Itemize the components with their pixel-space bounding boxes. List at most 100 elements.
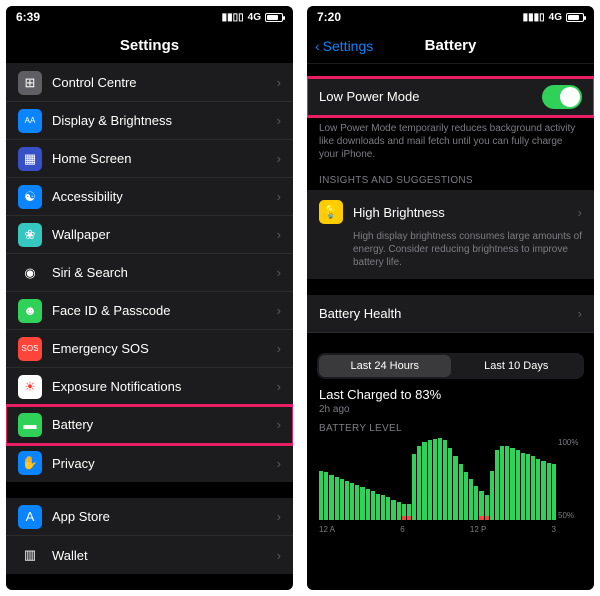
row-label: Wallet <box>52 548 277 563</box>
control-centre-icon: ⊞ <box>18 71 42 95</box>
row-label: Display & Brightness <box>52 113 277 128</box>
chart-bar <box>345 481 349 520</box>
settings-row-app-store[interactable]: AApp Store› <box>6 498 293 536</box>
chart-bar <box>495 450 499 520</box>
last-charged-title: Last Charged to 83% <box>307 387 594 402</box>
low-power-mode-switch[interactable] <box>542 85 582 109</box>
battery-screen: 7:20 ▮▮▮▯ 4G ‹ Settings Battery Low Powe… <box>307 6 594 590</box>
settings-row-battery[interactable]: ▬Battery› <box>6 406 293 444</box>
chart-bar <box>479 491 483 520</box>
settings-row-accessibility[interactable]: ☯Accessibility› <box>6 178 293 216</box>
chevron-right-icon: › <box>277 113 281 128</box>
chart-bar <box>536 459 540 521</box>
chevron-right-icon: › <box>277 189 281 204</box>
y-tick: 50% <box>558 511 582 520</box>
chart-bar <box>521 453 525 520</box>
chart-bar <box>422 442 426 520</box>
settings-row-control-centre[interactable]: ⊞ Control Centre› <box>6 64 293 102</box>
row-label: Home Screen <box>52 151 277 166</box>
battery-health-label: Battery Health <box>319 306 578 321</box>
insight-description: High display brightness consumes large a… <box>353 230 582 269</box>
settings-row-exposure-notifications[interactable]: ☀Exposure Notifications› <box>6 368 293 406</box>
chart-bar <box>407 504 411 520</box>
chart-bar <box>547 463 551 520</box>
settings-row-privacy[interactable]: ✋Privacy› <box>6 444 293 482</box>
chart-bar <box>350 483 354 520</box>
settings-row-emergency-sos[interactable]: SOSEmergency SOS› <box>6 330 293 368</box>
chart-bar <box>376 494 380 520</box>
status-bar: 6:39 ▮▮▯▯ 4G <box>6 6 293 28</box>
chart-bar <box>516 450 520 520</box>
wallet-icon: ▥ <box>18 543 42 567</box>
chart-bar <box>453 456 457 520</box>
settings-row-siri-search[interactable]: ◉Siri & Search› <box>6 254 293 292</box>
chart-bar <box>381 495 385 520</box>
exposure-icon: ☀ <box>18 375 42 399</box>
faceid-icon: ☻ <box>18 299 42 323</box>
chart-bar <box>417 446 421 520</box>
row-label: Face ID & Passcode <box>52 303 277 318</box>
segment-last-24h[interactable]: Last 24 Hours <box>319 355 451 377</box>
chart-bar <box>428 440 432 520</box>
chart-bar <box>386 497 390 520</box>
chart-bar <box>355 485 359 520</box>
row-label: Control Centre <box>52 75 277 90</box>
row-label: Accessibility <box>52 189 277 204</box>
settings-row-wallpaper[interactable]: ❀Wallpaper› <box>6 216 293 254</box>
chart-bar <box>335 477 339 520</box>
sos-icon: SOS <box>18 337 42 361</box>
row-label: Privacy <box>52 456 277 471</box>
chart-bar <box>526 454 530 520</box>
chart-bar <box>397 502 401 520</box>
chevron-right-icon: › <box>578 205 582 220</box>
insight-cell[interactable]: 💡 High Brightness › High display brightn… <box>307 190 594 279</box>
chevron-right-icon: › <box>277 548 281 563</box>
status-right: ▮▮▯▯ 4G <box>222 12 283 23</box>
chart-bar <box>510 448 514 520</box>
chevron-right-icon: › <box>277 75 281 90</box>
nav-title: Battery <box>425 37 477 54</box>
battery-status-icon <box>566 13 584 22</box>
chart-bar <box>433 439 437 520</box>
chart-bar <box>552 464 556 520</box>
battery-level-chart: 100%50% 12 A612 P3 <box>319 438 582 534</box>
settings-row-home-screen[interactable]: ▦ Home Screen› <box>6 140 293 178</box>
settings-row-wallet[interactable]: ▥ Wallet› <box>6 536 293 574</box>
battery-content[interactable]: Low Power Mode Low Power Mode temporaril… <box>307 64 594 590</box>
signal-icon: ▮▮▮▯ <box>523 12 545 23</box>
time-range-segment[interactable]: Last 24 Hours Last 10 Days <box>317 353 584 379</box>
display-icon: AA <box>18 109 42 133</box>
chart-bar <box>443 440 447 520</box>
row-label: Emergency SOS <box>52 341 277 356</box>
chevron-left-icon: ‹ <box>315 38 320 54</box>
chevron-right-icon: › <box>277 151 281 166</box>
x-tick: 3 <box>552 525 556 534</box>
chart-bar <box>459 464 463 520</box>
segment-last-10d[interactable]: Last 10 Days <box>451 355 583 377</box>
chart-bar <box>490 471 494 520</box>
status-time: 6:39 <box>16 10 40 24</box>
settings-list[interactable]: ⊞Control Centre›AADisplay & Brightness›▦… <box>6 64 293 590</box>
chart-bar <box>448 448 452 520</box>
battery-level-header: BATTERY LEVEL <box>307 423 594 438</box>
siri-icon: ◉ <box>18 261 42 285</box>
status-right: ▮▮▮▯ 4G <box>523 12 584 23</box>
chevron-right-icon: › <box>277 265 281 280</box>
settings-row-display-brightness[interactable]: AA Display & Brightness› <box>6 102 293 140</box>
low-power-mode-cell[interactable]: Low Power Mode <box>307 78 594 116</box>
back-button[interactable]: ‹ Settings <box>315 38 373 54</box>
last-charged-subtitle: 2h ago <box>307 402 594 423</box>
nav-title: Settings <box>120 37 179 54</box>
chart-bar <box>531 456 535 520</box>
status-time: 7:20 <box>317 10 341 24</box>
battery-health-cell[interactable]: Battery Health › <box>307 295 594 333</box>
chevron-right-icon: › <box>277 456 281 471</box>
settings-screen: 6:39 ▮▮▯▯ 4G Settings ⊞Control Centre›AA… <box>6 6 293 590</box>
lightbulb-icon: 💡 <box>319 200 343 224</box>
chart-bar <box>500 446 504 520</box>
home-screen-icon: ▦ <box>18 147 42 171</box>
chevron-right-icon: › <box>277 303 281 318</box>
battery-icon: ▬ <box>18 413 42 437</box>
chart-bar <box>324 472 328 520</box>
settings-row-face-id-passcode[interactable]: ☻ Face ID & Passcode› <box>6 292 293 330</box>
